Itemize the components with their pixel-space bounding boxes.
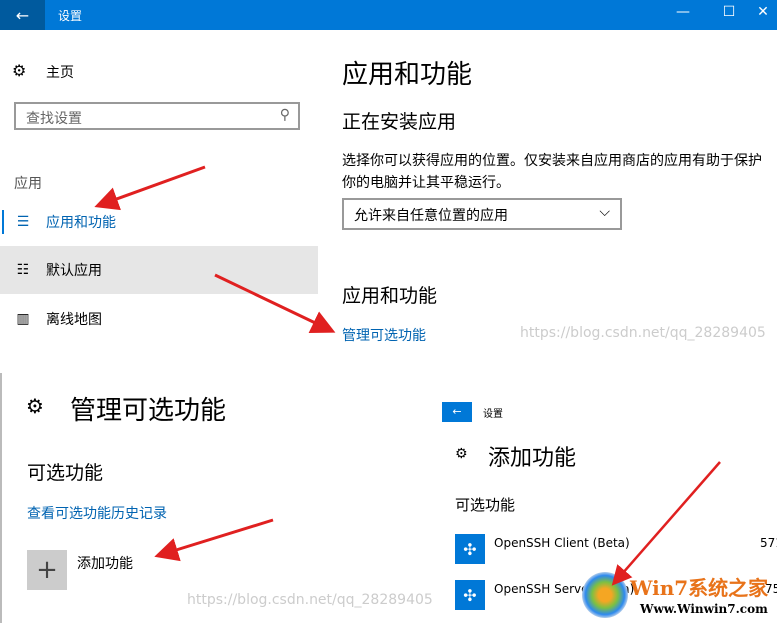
annotation-arrows [94,165,721,586]
arrow [611,461,721,586]
arrow [154,518,274,562]
arrow [94,165,206,211]
arrow [214,273,336,334]
